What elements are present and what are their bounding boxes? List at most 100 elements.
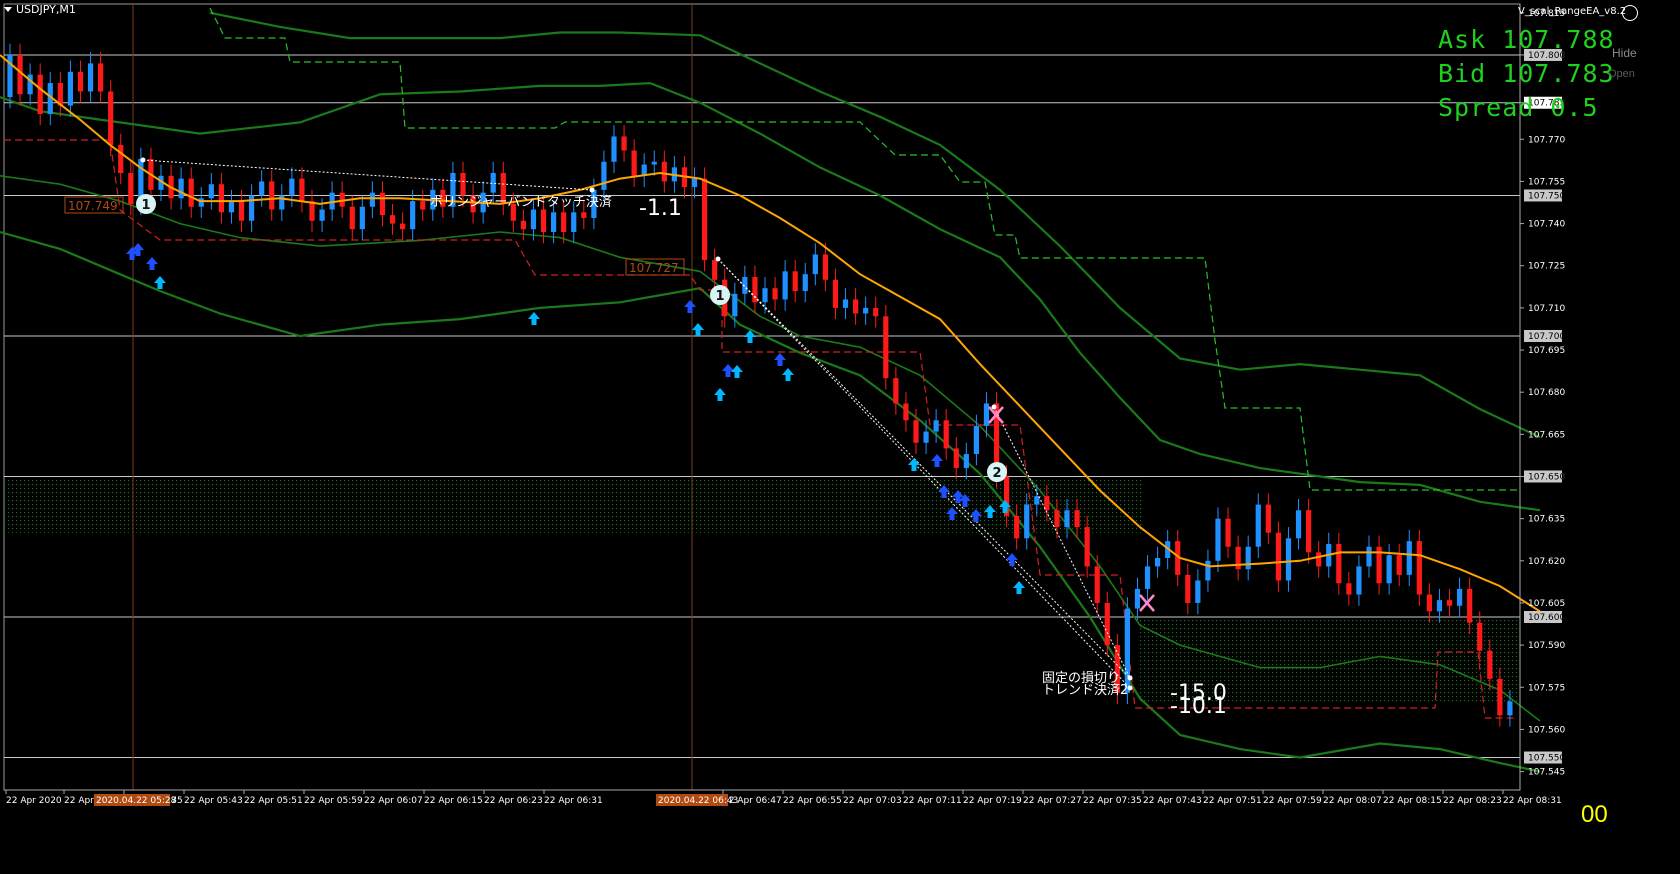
candle bbox=[1446, 600, 1453, 606]
candle bbox=[863, 307, 869, 314]
resistance-step-line bbox=[209, 7, 1520, 491]
candle bbox=[1185, 574, 1191, 603]
candle bbox=[1416, 541, 1422, 595]
candle bbox=[772, 288, 778, 300]
candle bbox=[1024, 504, 1030, 539]
candle bbox=[792, 271, 798, 292]
trade-point bbox=[715, 256, 721, 262]
bollinger-upper bbox=[0, 81, 1541, 512]
price-tick-label: 107.560 bbox=[1528, 725, 1565, 735]
chart-window[interactable]: 1 1 2 107.749 107.727 ボリンジャーバンドタッチ決済 -1.1 固定の損切… bbox=[0, 0, 1680, 870]
candle bbox=[822, 254, 828, 280]
time-tick-label: 22 Apr 05:59 bbox=[304, 796, 363, 806]
price-tag-label: 107.749 bbox=[68, 199, 118, 213]
candle bbox=[259, 181, 265, 196]
candle bbox=[379, 192, 386, 216]
candle bbox=[299, 178, 305, 202]
candle bbox=[208, 184, 214, 199]
open-button[interactable]: Open bbox=[1608, 68, 1635, 80]
bollinger-outer-upper bbox=[209, 11, 1541, 439]
candle bbox=[953, 448, 959, 469]
hide-button[interactable]: Hide bbox=[1612, 46, 1637, 60]
price-chart[interactable]: 112107.749107.727ボリンジャーバンドタッチ決済 -1.1固定の損切… bbox=[0, 0, 1680, 870]
candle bbox=[611, 136, 617, 162]
range-zone bbox=[4, 476, 1144, 533]
candle bbox=[812, 254, 818, 275]
candle bbox=[1034, 496, 1040, 505]
exit-reason-label: ボリンジャーバンドタッチ決済 bbox=[430, 194, 612, 210]
candle bbox=[893, 378, 899, 404]
ea-smiley-icon[interactable] bbox=[1622, 5, 1638, 21]
buy-arrow-icon bbox=[154, 276, 166, 289]
candle bbox=[37, 74, 43, 114]
candle bbox=[883, 316, 889, 379]
buy-arrow-icon bbox=[931, 454, 943, 467]
time-tick-label: 22 Apr 06:23 bbox=[484, 796, 543, 806]
candle bbox=[1497, 678, 1503, 716]
candle bbox=[802, 274, 808, 292]
candle bbox=[178, 178, 184, 199]
candle bbox=[933, 420, 939, 432]
chart-title[interactable]: USDJPY,M1 bbox=[4, 2, 76, 16]
candle bbox=[1215, 518, 1221, 561]
candle bbox=[1467, 588, 1473, 623]
candle bbox=[571, 212, 577, 233]
candle bbox=[983, 403, 990, 426]
price-tick-label: 107.680 bbox=[1528, 388, 1565, 398]
candle bbox=[128, 172, 134, 204]
candle bbox=[540, 209, 547, 233]
price-tick-label: 107.695 bbox=[1528, 346, 1565, 356]
candle bbox=[1155, 557, 1161, 567]
dropdown-triangle-icon[interactable] bbox=[4, 6, 12, 12]
candle bbox=[1396, 555, 1402, 575]
candle bbox=[198, 198, 204, 207]
price-tick-label: 107.575 bbox=[1528, 683, 1565, 693]
buy-arrow-icon bbox=[782, 368, 794, 381]
time-tick-label: 22 Apr bbox=[64, 796, 94, 806]
candle bbox=[1285, 538, 1292, 581]
candle bbox=[87, 63, 94, 92]
price-tag-label: 107.727 bbox=[629, 261, 679, 275]
candle bbox=[581, 212, 587, 218]
trade-point bbox=[991, 404, 997, 410]
time-tick-label: 22 Apr 06:55 bbox=[783, 796, 842, 806]
candle bbox=[963, 454, 969, 469]
time-tick-label: 22 Apr 07:51 bbox=[1203, 796, 1262, 806]
candle bbox=[1144, 566, 1151, 589]
buy-arrow-icon bbox=[731, 365, 743, 378]
candle bbox=[309, 201, 315, 221]
price-tick-label: 107.725 bbox=[1528, 262, 1565, 272]
candle bbox=[631, 150, 637, 176]
symbol-label: USDJPY,M1 bbox=[16, 2, 76, 16]
time-highlight-suffix: 7 bbox=[171, 796, 177, 806]
candle bbox=[1064, 510, 1070, 528]
time-tick-label: 22 Apr 07:27 bbox=[1023, 796, 1082, 806]
price-level-box-label: 107.650 bbox=[1528, 472, 1565, 482]
candle bbox=[651, 161, 657, 165]
buy-arrow-icon bbox=[684, 300, 696, 313]
candle bbox=[98, 63, 104, 92]
candle bbox=[1366, 546, 1372, 567]
buy-arrow-icon bbox=[774, 353, 786, 366]
price-tick-label: 107.740 bbox=[1528, 220, 1565, 230]
candle bbox=[108, 91, 114, 145]
entry-badge-number: 1 bbox=[715, 289, 724, 304]
time-highlight-label: 2020.04.22 05:28 bbox=[96, 796, 177, 806]
time-tick-label: 22 Apr 07:35 bbox=[1083, 796, 1142, 806]
price-tick-label: 107.620 bbox=[1528, 557, 1565, 567]
candle bbox=[1094, 566, 1100, 603]
candle bbox=[1084, 527, 1090, 567]
candle bbox=[1225, 518, 1231, 547]
candle bbox=[1487, 650, 1493, 679]
candle bbox=[77, 71, 84, 92]
price-tick-label: 107.605 bbox=[1528, 599, 1565, 609]
bid-price: Bid 107.783 bbox=[1438, 59, 1615, 88]
time-tick-label: 22 Apr 05:43 bbox=[184, 796, 243, 806]
time-tick-label: 22 Apr 08:23 bbox=[1443, 796, 1502, 806]
price-level-box-label: 107.700 bbox=[1528, 332, 1565, 342]
candle bbox=[1336, 543, 1342, 584]
time-tick-label: 22 Apr 08:07 bbox=[1323, 796, 1382, 806]
price-tick-label: 107.665 bbox=[1528, 430, 1565, 440]
candle bbox=[712, 260, 718, 280]
candle bbox=[903, 403, 909, 421]
